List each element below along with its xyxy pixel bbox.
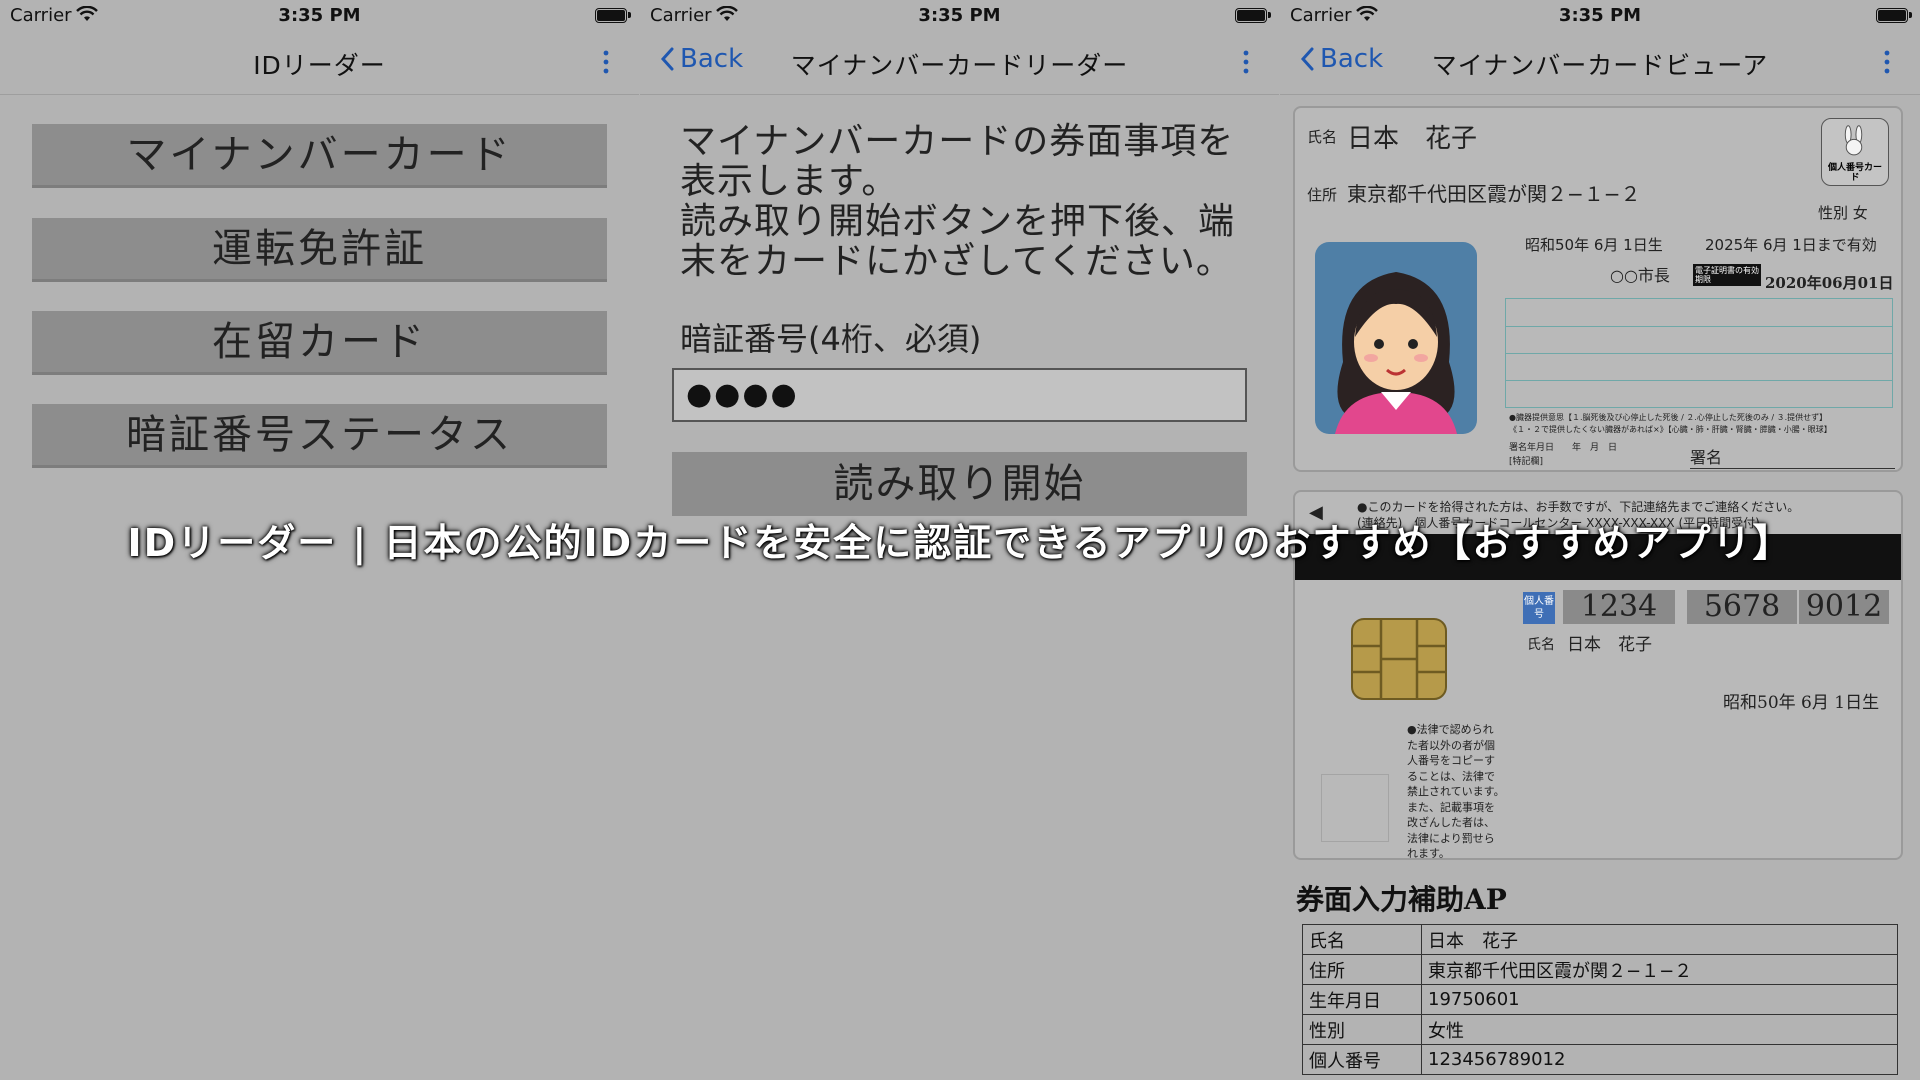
name-label: 氏名 bbox=[1307, 128, 1338, 146]
status-bar: Carrier 3:35 PM bbox=[640, 0, 1279, 30]
table-key: 生年月日 bbox=[1302, 984, 1422, 1015]
table-key: 個人番号 bbox=[1302, 1044, 1422, 1075]
card-birth: 昭和50年 6月 1日生 bbox=[1525, 236, 1663, 254]
clock: 3:35 PM bbox=[918, 5, 1001, 26]
portrait-photo bbox=[1315, 242, 1477, 434]
organ-donation-line: 《１・２で提供したくない臓器があれば×》【心臓・肺・肝臓・腎臓・膵臓・小腸・眼球… bbox=[1509, 425, 1832, 434]
instructions-line: 末をカードにかざしてください。 bbox=[680, 241, 1233, 282]
mynumber-logo-icon: 個人番号カード bbox=[1821, 118, 1889, 186]
instructions-line: マイナンバーカードの券面事項を bbox=[680, 121, 1235, 162]
more-menu-icon[interactable] bbox=[603, 50, 609, 74]
card-info-table: 氏名 日本 花子 住所 東京都千代田区霞が関２−１−２ 生年月日 19750601 性… bbox=[1302, 924, 1898, 1075]
photo-placeholder bbox=[1321, 774, 1389, 842]
table-value: 19750601 bbox=[1421, 984, 1898, 1015]
law-line: た者以外の者が個 bbox=[1407, 738, 1495, 752]
table-value: 女性 bbox=[1421, 1014, 1898, 1045]
law-line: れます。 bbox=[1407, 847, 1450, 860]
clock: 3:35 PM bbox=[278, 5, 361, 26]
section-title: 券面入力補助AP bbox=[1296, 883, 1507, 916]
number-label: 個人番号 bbox=[1523, 592, 1555, 624]
law-line: ることは、法律で bbox=[1407, 769, 1495, 783]
overlay-caption: IDリーダー | 日本の公的IDカードを安全に認証できるアプリのおすすめ【おすす… bbox=[127, 521, 1793, 565]
sign-date: 署名年月日 年 月 日 bbox=[1509, 443, 1618, 453]
table-value: 日本 花子 bbox=[1421, 924, 1898, 955]
instructions-line: 読み取り開始ボタンを押下後、端 bbox=[680, 201, 1236, 242]
navigation-bar: Back マイナンバーカードビューア bbox=[1280, 32, 1920, 95]
table-key: 氏名 bbox=[1302, 924, 1422, 955]
mynumber-card-button[interactable]: マイナンバーカード bbox=[32, 124, 607, 188]
card-expiry: 2025年 6月 1日まで有効 bbox=[1705, 236, 1877, 254]
card-address: 東京都千代田区霞が関２−１−２ bbox=[1347, 182, 1641, 206]
signature-grid bbox=[1505, 298, 1893, 408]
page-title: マイナンバーカードリーダー bbox=[790, 51, 1129, 80]
law-line: 禁止されています。 bbox=[1407, 785, 1505, 798]
law-line: 人番号をコピーす bbox=[1407, 754, 1495, 767]
instructions-text: マイナンバーカードの券面事項を 表示します。 読み取り開始ボタンを押下後、端 末… bbox=[680, 122, 1240, 282]
law-line: 改ざんした者は、 bbox=[1407, 816, 1495, 829]
more-menu-icon[interactable] bbox=[1243, 50, 1249, 74]
battery-icon bbox=[1876, 8, 1912, 23]
drivers-license-button[interactable]: 運転免許証 bbox=[32, 218, 607, 282]
page-title: マイナンバーカードビューア bbox=[1431, 51, 1769, 80]
law-line: また、記載事項を bbox=[1407, 800, 1495, 814]
number-group: 1234 bbox=[1563, 590, 1675, 624]
table-row: 氏名 日本 花子 bbox=[1302, 924, 1898, 955]
organ-donation-line: ●臓器提供意思【１.脳死後及び心停止した死後 / ２.心停止した死後のみ / ３… bbox=[1509, 413, 1828, 422]
number-group: 9012 bbox=[1799, 590, 1889, 624]
card-sex: 性別 女 bbox=[1818, 204, 1868, 222]
navigation-bar: IDリーダー bbox=[0, 32, 639, 95]
table-row: 個人番号 123456789012 bbox=[1302, 1044, 1898, 1075]
instructions-line: 表示します。 bbox=[680, 161, 899, 202]
back-name-label: 氏名 bbox=[1527, 637, 1555, 653]
status-bar: Carrier 3:35 PM bbox=[0, 0, 639, 30]
back-birth: 昭和50年 6月 1日生 bbox=[1723, 693, 1880, 713]
law-notice: ●法律で認められ た者以外の者が個 人番号をコピーす ることは、法律で 禁止され… bbox=[1407, 722, 1505, 862]
law-line: ●法律で認められ bbox=[1407, 723, 1494, 736]
back-card-name: 日本 花子 bbox=[1567, 635, 1652, 655]
table-row: 住所 東京都千代田区霞が関２−１−２ bbox=[1302, 954, 1898, 985]
table-row: 生年月日 19750601 bbox=[1302, 984, 1898, 1015]
cert-date: 2020年06月01日 bbox=[1765, 274, 1894, 292]
signature-field: 署名 bbox=[1690, 444, 1895, 469]
table-key: 住所 bbox=[1302, 954, 1422, 985]
status-bar: Carrier 3:35 PM bbox=[1280, 0, 1920, 30]
table-key: 性別 bbox=[1302, 1014, 1422, 1045]
card-name: 日本 花子 bbox=[1347, 124, 1478, 154]
logo-text: 個人番号カード bbox=[1827, 163, 1882, 183]
card-front-image: 氏名 日本 花子 住所 東京都千代田区霞が関２−１−２ 個人番号カード 性別 女… bbox=[1293, 106, 1903, 472]
pin-status-button[interactable]: 暗証番号ステータス bbox=[32, 404, 607, 468]
table-row: 性別 女性 bbox=[1302, 1014, 1898, 1045]
number-group: 5678 bbox=[1687, 590, 1797, 624]
residence-card-button[interactable]: 在留カード bbox=[32, 311, 607, 375]
special-notes-label: [特記欄] bbox=[1509, 457, 1544, 467]
table-value: 東京都千代田区霞が関２−１−２ bbox=[1421, 954, 1898, 985]
start-reading-button[interactable]: 読み取り開始 bbox=[672, 452, 1247, 516]
battery-icon bbox=[595, 8, 631, 23]
pin-input[interactable]: ●●●● bbox=[672, 368, 1247, 422]
card-mayor: ○○市長 bbox=[1610, 266, 1670, 285]
clock: 3:35 PM bbox=[1558, 5, 1642, 26]
navigation-bar: Back マイナンバーカードリーダー bbox=[640, 32, 1279, 95]
more-menu-icon[interactable] bbox=[1884, 50, 1890, 74]
pin-label: 暗証番号(4桁、必須) bbox=[680, 320, 982, 358]
page-title: IDリーダー bbox=[253, 51, 386, 80]
law-line: 法律により罰せら bbox=[1407, 831, 1495, 845]
battery-icon bbox=[1235, 8, 1271, 23]
ic-chip-icon bbox=[1351, 618, 1447, 700]
cert-badge: 電子証明書の有効期限 bbox=[1693, 264, 1761, 286]
table-value: 123456789012 bbox=[1421, 1044, 1898, 1075]
address-label: 住所 bbox=[1307, 186, 1338, 204]
